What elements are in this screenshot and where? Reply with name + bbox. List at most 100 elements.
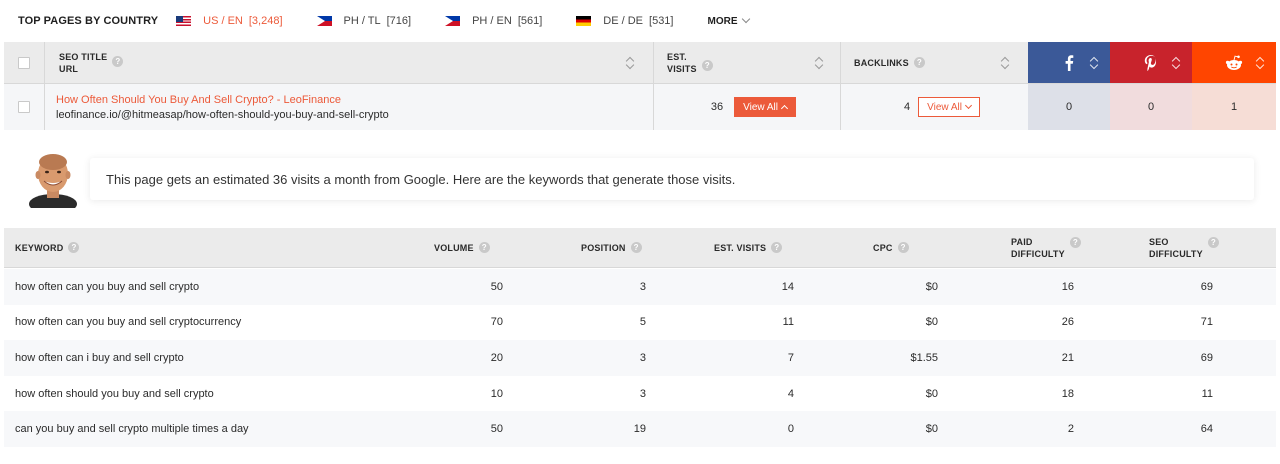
us-flag-icon xyxy=(176,16,192,26)
help-icon[interactable]: ? xyxy=(1069,237,1081,248)
facebook-header[interactable] xyxy=(1028,42,1110,83)
de-flag-icon xyxy=(576,16,592,26)
sort-icon[interactable] xyxy=(1172,55,1180,71)
country-tab-ph-en[interactable]: PH / EN [561] xyxy=(445,15,542,27)
country-count: [531] xyxy=(649,15,674,27)
keyword-cell: how often should you buy and sell crypto xyxy=(15,387,214,400)
select-all-checkbox[interactable] xyxy=(18,56,30,69)
paid-difficulty-header[interactable]: PAID DIFFICULTY ? xyxy=(1011,228,1081,267)
view-all-label: View All xyxy=(927,101,962,113)
paid-difficulty-cell: 21 xyxy=(1061,351,1074,364)
cpc-cell: $0 xyxy=(925,316,938,329)
est-visits-cell: 11 xyxy=(782,316,794,329)
keyword-cell: can you buy and sell crypto multiple tim… xyxy=(15,423,249,436)
volume-cell: 70 xyxy=(490,316,503,329)
reddit-shares-cell: 1 xyxy=(1192,84,1276,130)
paid-difficulty-header-label: DIFFICULTY xyxy=(1011,248,1065,259)
country-code: PH / TL xyxy=(343,15,381,27)
avatar xyxy=(27,150,79,214)
info-banner-text: This page gets an estimated 36 visits a … xyxy=(106,171,736,187)
volume-header[interactable]: VOLUME ? xyxy=(434,228,490,267)
reddit-header[interactable] xyxy=(1192,42,1276,83)
sort-icon[interactable] xyxy=(1256,55,1264,71)
page-url: leofinance.io/@hitmeasap/how-often-shoul… xyxy=(56,108,389,121)
help-icon[interactable]: ? xyxy=(630,242,642,253)
facebook-shares-value: 0 xyxy=(1065,101,1073,113)
cpc-cell: $0 xyxy=(925,387,938,400)
help-icon[interactable]: ? xyxy=(913,57,925,68)
country-tab-de-de[interactable]: DE / DE [531] xyxy=(576,15,673,27)
paid-header-label: PAID xyxy=(1011,236,1033,247)
page-title-url-cell: How Often Should You Buy And Sell Crypto… xyxy=(56,84,389,130)
keyword-cell: how often can you buy and sell cryptocur… xyxy=(15,316,242,329)
chevron-down-icon xyxy=(964,101,973,110)
country-tab-ph-tl[interactable]: PH / TL [716] xyxy=(316,15,411,27)
facebook-icon xyxy=(1065,54,1074,71)
seo-title-header-label: SEO TITLE xyxy=(59,51,108,62)
help-icon[interactable]: ? xyxy=(478,242,490,253)
page-title-link[interactable]: How Often Should You Buy And Sell Crypto… xyxy=(56,94,341,106)
position-header[interactable]: POSITION ? xyxy=(581,228,642,267)
sort-icon[interactable] xyxy=(815,55,823,71)
paid-difficulty-cell: 16 xyxy=(1061,280,1074,293)
row-checkbox[interactable] xyxy=(18,101,30,113)
view-all-backlinks-button[interactable]: View All xyxy=(918,97,980,117)
cpc-header[interactable]: CPC ? xyxy=(873,228,909,267)
keyword-header[interactable]: KEYWORD ? xyxy=(15,228,80,267)
backlinks-header-label: BACKLINKS xyxy=(854,57,909,68)
column-divider xyxy=(840,42,841,83)
seo-difficulty-header[interactable]: SEO DIFFICULTY ? xyxy=(1149,228,1219,267)
position-cell: 3 xyxy=(639,351,646,364)
seo-title-url-header[interactable]: SEO TITLE URL ? xyxy=(59,42,124,83)
est-visits-cell: 36 View All xyxy=(654,84,840,130)
more-label: MORE xyxy=(707,15,738,27)
paid-difficulty-cell: 18 xyxy=(1061,387,1074,400)
volume-cell: 10 xyxy=(490,387,503,400)
cpc-cell: $1.55 xyxy=(910,351,938,364)
help-icon[interactable]: ? xyxy=(897,242,909,253)
country-count: [3,248] xyxy=(248,15,283,27)
est-visits-value: 36 xyxy=(710,101,724,113)
keyword-cell: how often can you buy and sell crypto xyxy=(15,280,200,293)
sort-icon[interactable] xyxy=(626,55,634,71)
chevron-down-icon xyxy=(742,14,751,24)
top-page-row: How Often Should You Buy And Sell Crypto… xyxy=(4,84,1276,130)
country-bar: TOP PAGES BY COUNTRY US / EN [3,248] PH … xyxy=(0,0,1280,42)
position-cell: 5 xyxy=(639,316,646,329)
backlinks-header[interactable]: BACKLINKS ? xyxy=(854,42,925,83)
est-visits-cell: 7 xyxy=(787,351,794,364)
pinterest-shares-cell: 0 xyxy=(1110,84,1192,130)
country-tab-us-en[interactable]: US / EN [3,248] xyxy=(176,15,283,27)
more-countries-dropdown[interactable]: MORE xyxy=(707,14,751,27)
seo-header-label: SEO xyxy=(1149,236,1169,247)
select-all-cell xyxy=(18,42,30,83)
est-visits-header[interactable]: EST. VISITS ? xyxy=(714,228,783,267)
help-icon[interactable]: ? xyxy=(68,242,80,253)
column-divider xyxy=(44,84,45,130)
seo-difficulty-cell: 11 xyxy=(1201,387,1213,400)
est-visits-header[interactable]: EST. VISITS ? xyxy=(667,42,713,83)
reddit-shares-value: 1 xyxy=(1230,101,1238,113)
help-icon[interactable]: ? xyxy=(1207,237,1219,248)
volume-header-label: VOLUME xyxy=(434,242,474,253)
cpc-cell: $0 xyxy=(925,280,938,293)
sort-icon[interactable] xyxy=(1090,55,1098,71)
cpc-cell: $0 xyxy=(925,423,938,436)
position-cell: 3 xyxy=(639,387,646,400)
row-select-cell xyxy=(18,84,30,130)
help-icon[interactable]: ? xyxy=(701,60,713,71)
sort-icon[interactable] xyxy=(1001,55,1009,71)
table-row: how often can you buy and sell cryptocur… xyxy=(4,304,1276,341)
pinterest-header[interactable] xyxy=(1110,42,1192,83)
country-bar-title: TOP PAGES BY COUNTRY xyxy=(18,15,159,27)
help-icon[interactable]: ? xyxy=(112,56,124,67)
position-cell: 19 xyxy=(633,423,646,436)
help-icon[interactable]: ? xyxy=(771,242,783,253)
seo-difficulty-header-label: DIFFICULTY xyxy=(1149,248,1203,259)
est-visits-cell: 0 xyxy=(787,423,794,436)
top-pages-header: SEO TITLE URL ? EST. VISITS ? BACKLINKS … xyxy=(4,42,1276,84)
table-row: how often can you buy and sell crypto 50… xyxy=(4,269,1276,305)
view-all-visits-button[interactable]: View All xyxy=(734,97,796,117)
view-all-label: View All xyxy=(743,101,778,113)
facebook-shares-cell: 0 xyxy=(1028,84,1110,130)
